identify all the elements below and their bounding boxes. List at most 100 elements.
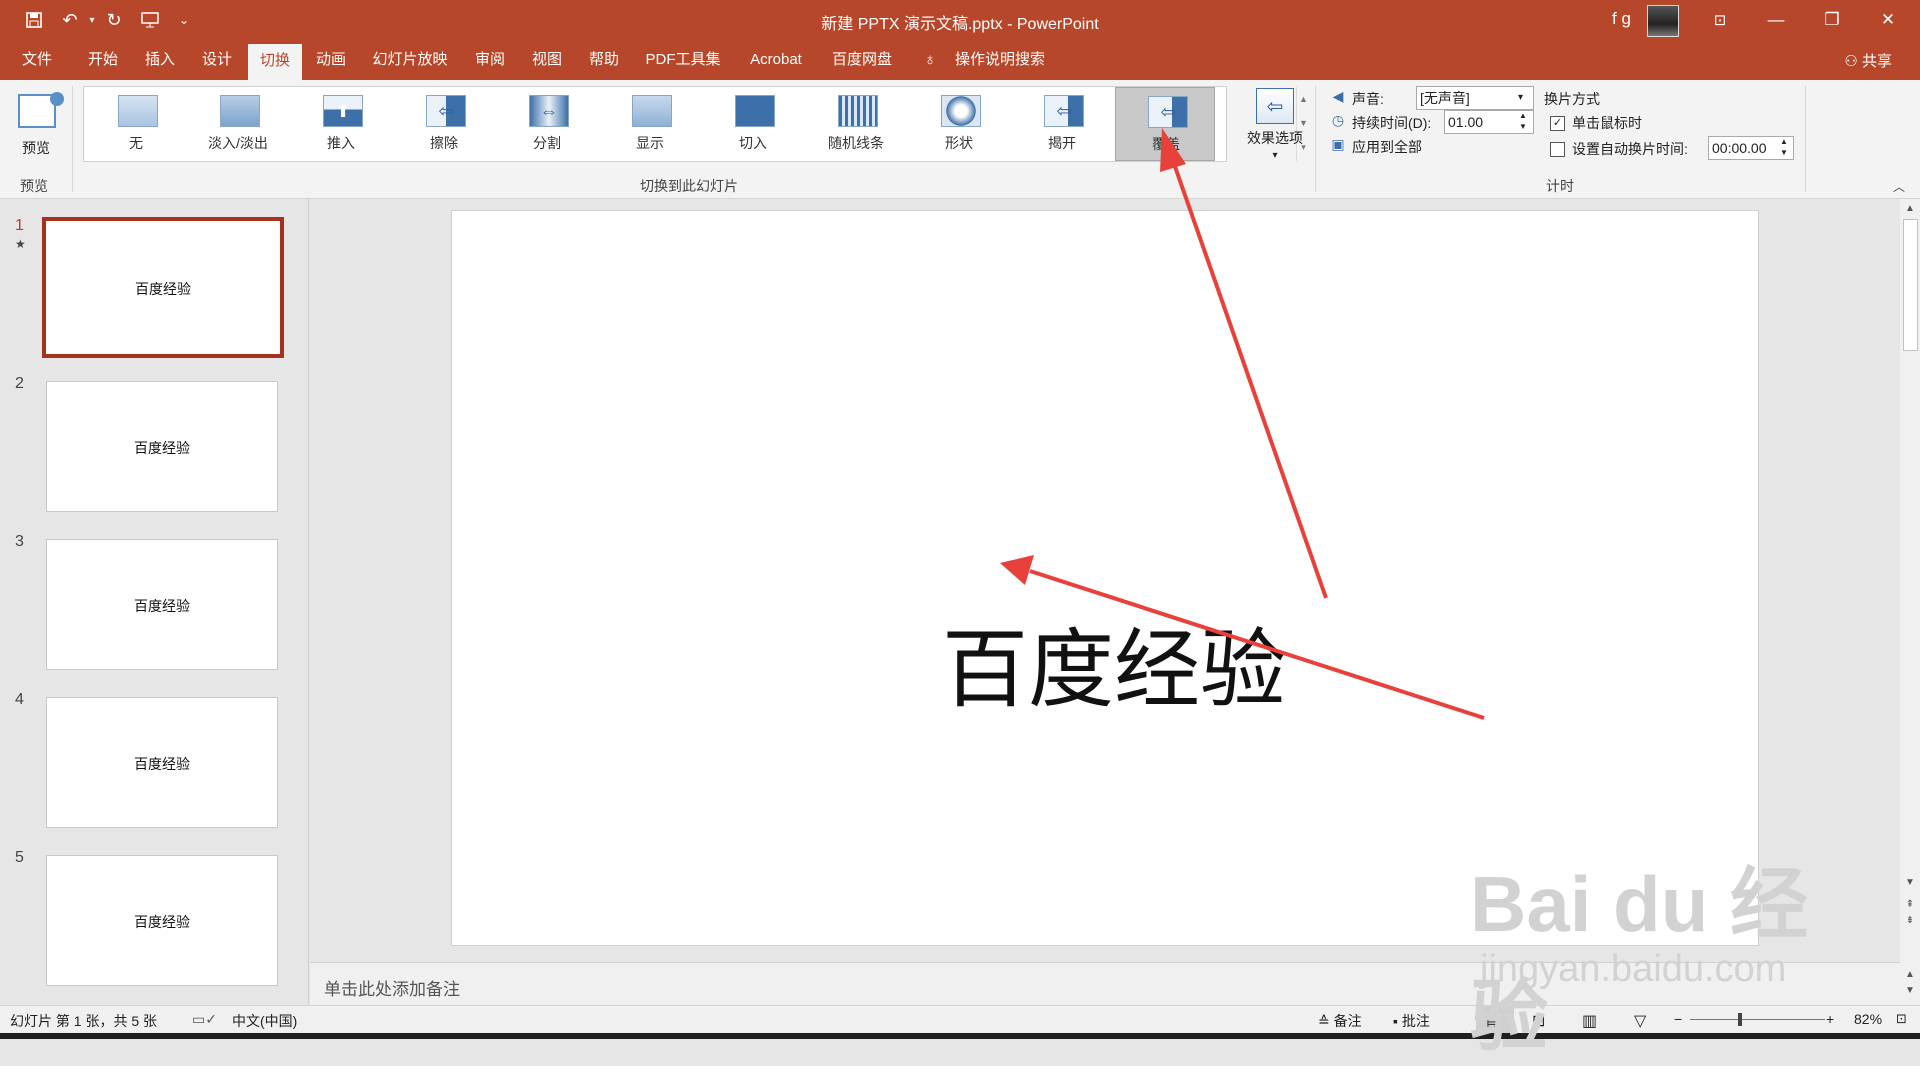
transition-star-icon: ★ bbox=[15, 237, 26, 251]
duration-label: 持续时间(D): bbox=[1352, 115, 1432, 131]
auto-advance-checkbox[interactable] bbox=[1550, 142, 1565, 157]
notes-scroll-up-icon[interactable]: ▲ bbox=[1900, 969, 1920, 980]
language-indicator[interactable]: 中文(中国) bbox=[232, 1011, 297, 1031]
transition-shape[interactable]: ● 形状 bbox=[909, 87, 1009, 161]
slide-thumbnail[interactable]: 百度经验 bbox=[42, 217, 284, 358]
slide-thumbnail[interactable]: 百度经验 bbox=[46, 539, 278, 670]
preview-icon bbox=[18, 92, 64, 128]
slide-counter: 幻灯片 第 1 张，共 5 张 bbox=[10, 1013, 158, 1029]
transition-cut[interactable]: 切入 bbox=[703, 87, 803, 161]
slide-number: 1 bbox=[15, 217, 24, 234]
tab-baidu-netdisk[interactable]: 百度网盘 bbox=[826, 40, 898, 80]
collapse-ribbon-icon[interactable]: ︿ bbox=[1893, 178, 1905, 195]
share-button[interactable]: ⚇ 共享 bbox=[1844, 50, 1892, 71]
notes-scroll-down-icon[interactable]: ▼ bbox=[1900, 985, 1920, 996]
slide-thumbnail[interactable]: 百度经验 bbox=[46, 697, 278, 828]
scroll-down-icon[interactable]: ▼ bbox=[1900, 877, 1920, 888]
scroll-thumb[interactable] bbox=[1903, 219, 1918, 351]
tab-transitions[interactable]: 切换 bbox=[248, 44, 302, 80]
next-slide-icon[interactable]: ⇟ bbox=[1900, 915, 1920, 926]
notes-toggle-button[interactable]: ≙ 备注 bbox=[1318, 1011, 1362, 1031]
slide-number: 2 bbox=[15, 375, 24, 392]
thumbnail-text: 百度经验 bbox=[134, 439, 190, 456]
sound-label: 声音: bbox=[1352, 91, 1384, 107]
speaker-icon: ◀ bbox=[1332, 88, 1344, 104]
avatar[interactable] bbox=[1647, 5, 1679, 37]
push-transition-icon: ⬆ bbox=[323, 95, 363, 127]
preview-button[interactable]: 预览 bbox=[8, 88, 64, 168]
transition-reveal[interactable]: 显示 bbox=[600, 87, 700, 161]
tab-insert[interactable]: 插入 bbox=[135, 40, 185, 80]
previous-slide-icon[interactable]: ⇞ bbox=[1900, 899, 1920, 910]
duration-spinner[interactable]: ▲ ▼ bbox=[1519, 110, 1527, 132]
transition-label: 显示 bbox=[636, 135, 664, 151]
tab-file[interactable]: 文件 bbox=[12, 40, 62, 80]
ribbon: 预览 预览 无 淡入/淡出 ⬆ 推入 ⇦ 擦除 ⇔ 分割 显示 切入 ▥ 随机线条 ● 形… bbox=[0, 80, 1920, 199]
minimize-button[interactable]: — bbox=[1753, 0, 1799, 40]
scroll-up-icon[interactable]: ▲ bbox=[1900, 203, 1920, 214]
thumbnail-text: 百度经验 bbox=[134, 913, 190, 930]
transition-split[interactable]: ⇔ 分割 bbox=[497, 87, 597, 161]
transition-cover[interactable]: ⇦ 覆盖 bbox=[1115, 87, 1215, 161]
slide-text-box[interactable]: 百度经验 bbox=[942, 599, 1286, 724]
group-label-transitions: 切换到此幻灯片 bbox=[640, 178, 738, 194]
tab-home[interactable]: 开始 bbox=[78, 40, 128, 80]
sound-select[interactable]: [无声音] bbox=[1416, 86, 1534, 110]
group-label-timing: 计时 bbox=[1546, 178, 1574, 194]
slide-thumbnail[interactable]: 百度经验 bbox=[46, 381, 278, 512]
slide-number: 4 bbox=[15, 691, 24, 708]
transition-label: 形状 bbox=[945, 135, 973, 151]
lightbulb-icon[interactable]: ♁ bbox=[918, 40, 942, 80]
auto-advance-spinner[interactable]: ▲ ▼ bbox=[1780, 136, 1788, 158]
none-transition-icon bbox=[118, 95, 158, 127]
notes-label: 备注 bbox=[1333, 1013, 1362, 1029]
transition-label: 覆盖 bbox=[1152, 136, 1180, 152]
transition-none[interactable]: 无 bbox=[86, 87, 186, 161]
slide-thumbnail[interactable]: 百度经验 bbox=[46, 855, 278, 986]
tell-me-search[interactable]: 操作说明搜索 bbox=[950, 40, 1050, 80]
group-label-preview: 预览 bbox=[20, 178, 48, 194]
on-click-checkbox[interactable]: ✓ bbox=[1550, 116, 1565, 131]
tab-animations[interactable]: 动画 bbox=[306, 40, 356, 80]
comments-toggle-button[interactable]: ▪ 批注 bbox=[1393, 1011, 1430, 1031]
transition-uncover[interactable]: ⇦ 揭开 bbox=[1012, 87, 1112, 161]
wipe-transition-icon: ⇦ bbox=[426, 95, 466, 127]
spell-check-icon[interactable]: ▭✓ bbox=[192, 1011, 217, 1028]
tab-design[interactable]: 设计 bbox=[192, 40, 242, 80]
tab-view[interactable]: 视图 bbox=[522, 40, 572, 80]
preview-label: 预览 bbox=[22, 140, 50, 156]
zoom-level[interactable]: 82% bbox=[1854, 1011, 1882, 1027]
random-bars-transition-icon: ▥ bbox=[838, 95, 878, 127]
tab-pdf-tools[interactable]: PDF工具集 bbox=[640, 40, 726, 80]
ribbon-display-icon[interactable]: ⊡ bbox=[1697, 0, 1743, 40]
effect-options-button[interactable]: ⇦ 效果选项 ▾ bbox=[1240, 86, 1310, 176]
tab-help[interactable]: 帮助 bbox=[579, 40, 629, 80]
transition-push[interactable]: ⬆ 推入 bbox=[291, 87, 391, 161]
baidu-watermark: Bai du 经验 jingyan.baidu.com bbox=[1470, 830, 1850, 1060]
slide-thumbnail-pane: 1 ★ 百度经验 2 百度经验 3 百度经验 4 百度经验 5 百度经验 bbox=[0, 199, 309, 1005]
restore-button[interactable]: ❐ bbox=[1809, 0, 1855, 40]
apply-all-icon: ▣ bbox=[1331, 136, 1345, 152]
group-divider bbox=[1805, 86, 1806, 192]
comment-icon: ▪ bbox=[1393, 1013, 1402, 1029]
transition-random-bars[interactable]: ▥ 随机线条 bbox=[806, 87, 906, 161]
fit-to-window-icon[interactable]: ⊡ bbox=[1896, 1011, 1907, 1027]
tab-acrobat[interactable]: Acrobat bbox=[738, 40, 814, 80]
transition-wipe[interactable]: ⇦ 擦除 bbox=[394, 87, 494, 161]
cut-transition-icon bbox=[735, 95, 775, 127]
chevron-down-icon[interactable]: ▾ bbox=[1518, 92, 1523, 103]
vertical-scrollbar[interactable]: ▲ ▼ ⇞ ⇟ ▲ ▼ bbox=[1900, 199, 1920, 1005]
tab-slideshow[interactable]: 幻灯片放映 bbox=[368, 40, 452, 80]
effect-options-label: 效果选项 bbox=[1247, 130, 1303, 146]
comments-label: 批注 bbox=[1401, 1013, 1430, 1029]
tab-review[interactable]: 审阅 bbox=[465, 40, 515, 80]
transition-fade[interactable]: 淡入/淡出 bbox=[188, 87, 288, 161]
apply-to-all-button[interactable]: 应用到全部 bbox=[1352, 137, 1422, 157]
transition-label: 擦除 bbox=[430, 135, 458, 151]
user-name[interactable]: f g bbox=[1612, 9, 1631, 29]
slide-number: 5 bbox=[15, 849, 24, 866]
group-divider bbox=[1315, 86, 1316, 192]
close-button[interactable]: ✕ bbox=[1865, 0, 1911, 40]
transition-label: 推入 bbox=[327, 135, 355, 151]
uncover-transition-icon: ⇦ bbox=[1044, 95, 1084, 127]
